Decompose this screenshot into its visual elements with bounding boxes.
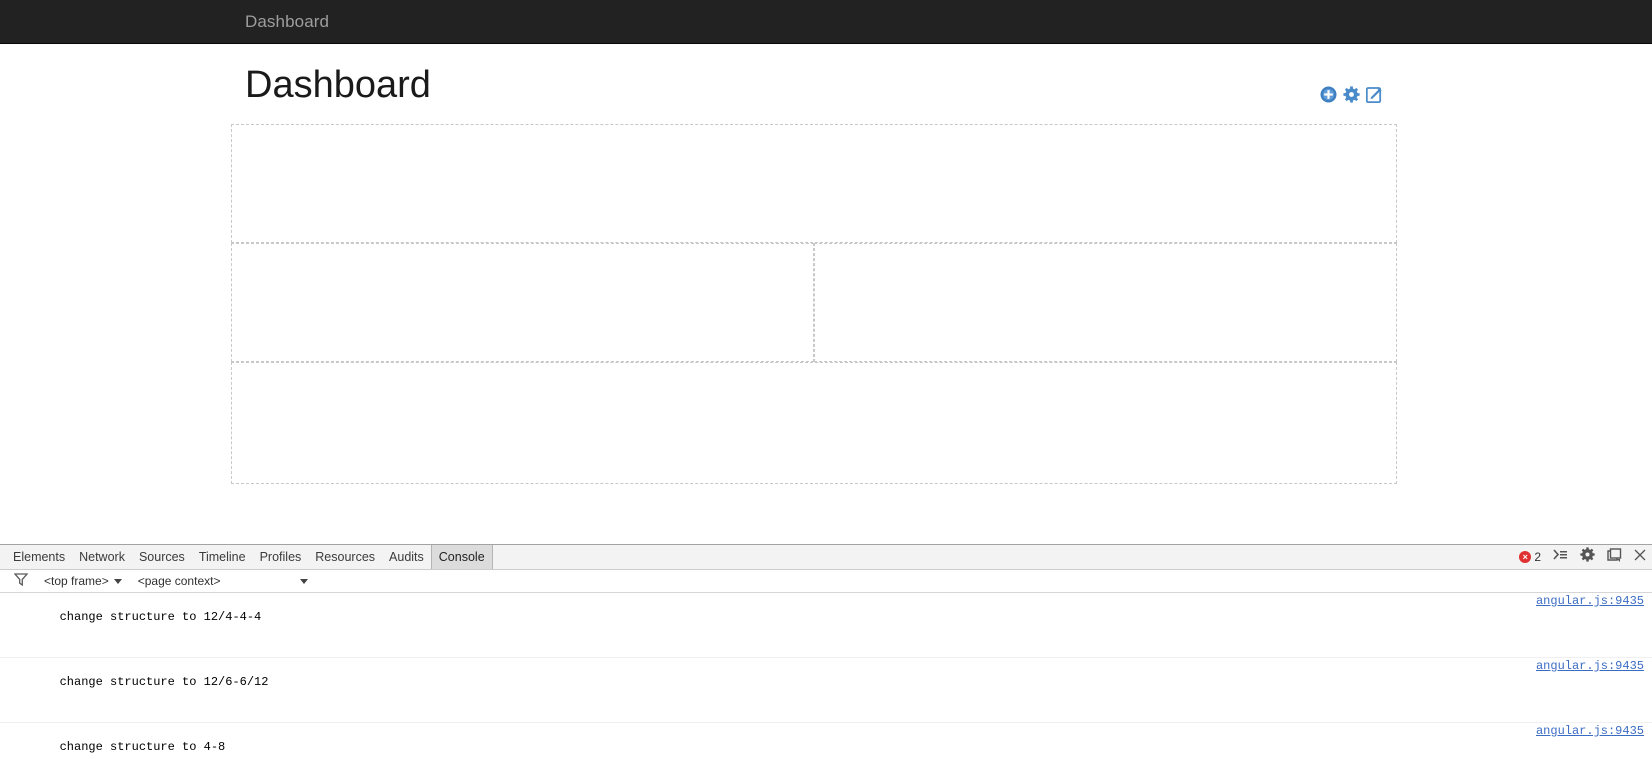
page-header: Dashboard xyxy=(231,62,1397,124)
console-source-link[interactable]: angular.js:9435 xyxy=(1536,658,1644,674)
tab-timeline[interactable]: Timeline xyxy=(192,545,253,569)
tab-elements[interactable]: Elements xyxy=(6,545,72,569)
tab-sources[interactable]: Sources xyxy=(132,545,192,569)
tab-resources[interactable]: Resources xyxy=(308,545,382,569)
dropzone-row1[interactable] xyxy=(231,124,1397,243)
page-title: Dashboard xyxy=(245,64,431,106)
console-message-text: change structure to 12/6-6/12 xyxy=(59,675,269,689)
devtools-toolbar: Elements Network Sources Timeline Profil… xyxy=(0,545,1652,570)
chevron-down-icon xyxy=(113,578,122,584)
dock-position-icon[interactable] xyxy=(1607,547,1622,567)
tab-console[interactable]: Console xyxy=(430,545,493,569)
navbar-brand-dashboard[interactable]: Dashboard xyxy=(245,0,329,43)
console-message[interactable]: change structure to 4-8 angular.js:9435 xyxy=(0,723,1652,770)
console-source-link[interactable]: angular.js:9435 xyxy=(1536,593,1644,609)
context-selector-label: <page context> xyxy=(137,574,221,588)
error-count-label: 2 xyxy=(1534,550,1541,564)
frame-selector[interactable]: <top frame> xyxy=(44,574,122,588)
page-content: Dashboard xyxy=(0,44,1652,544)
frame-selector-label: <top frame> xyxy=(44,574,109,588)
filter-funnel-icon[interactable] xyxy=(13,573,29,589)
tab-network[interactable]: Network xyxy=(72,545,132,569)
devtools-panel: Elements Network Sources Timeline Profil… xyxy=(0,544,1652,770)
console-message[interactable]: change structure to 12/6-6/12 angular.js… xyxy=(0,658,1652,723)
top-navbar: Dashboard xyxy=(0,0,1652,44)
tab-audits[interactable]: Audits xyxy=(382,545,431,569)
dropzone-row2-right[interactable] xyxy=(814,243,1397,362)
devtools-tablist: Elements Network Sources Timeline Profil… xyxy=(6,545,493,569)
console-message-text: change structure to 12/4-4-4 xyxy=(59,610,262,624)
console-message[interactable]: change structure to 12/4-4-4 angular.js:… xyxy=(0,593,1652,658)
console-message-text: change structure to 4-8 xyxy=(59,740,226,754)
console-filter-bar: <top frame> <page context> xyxy=(0,570,1652,593)
settings-gear-icon[interactable] xyxy=(1343,86,1360,103)
console-drawer-icon[interactable] xyxy=(1553,548,1568,566)
dropzone-row3[interactable] xyxy=(231,362,1397,484)
dashboard-grid xyxy=(231,124,1397,484)
devtools-settings-gear-icon[interactable] xyxy=(1580,547,1595,567)
browser-screen: Dashboard Dashboard Elements Network Sou… xyxy=(0,0,1652,770)
devtools-toolbar-right: × 2 xyxy=(1519,545,1646,569)
console-source-link[interactable]: angular.js:9435 xyxy=(1536,723,1644,739)
context-selector[interactable]: <page context> xyxy=(138,574,221,588)
add-widget-icon[interactable] xyxy=(1320,86,1337,103)
tab-profiles[interactable]: Profiles xyxy=(253,545,309,569)
edit-layout-icon[interactable] xyxy=(1366,86,1383,103)
context-chevron-down-icon[interactable] xyxy=(300,578,308,584)
error-dot-icon: × xyxy=(1519,551,1532,563)
console-message-list[interactable]: change structure to 12/4-4-4 angular.js:… xyxy=(0,593,1652,770)
devtools-close-icon[interactable] xyxy=(1634,548,1646,566)
dropzone-row2-left[interactable] xyxy=(231,243,814,362)
dashboard-actions xyxy=(1320,86,1383,103)
error-count-badge[interactable]: × 2 xyxy=(1519,550,1541,564)
